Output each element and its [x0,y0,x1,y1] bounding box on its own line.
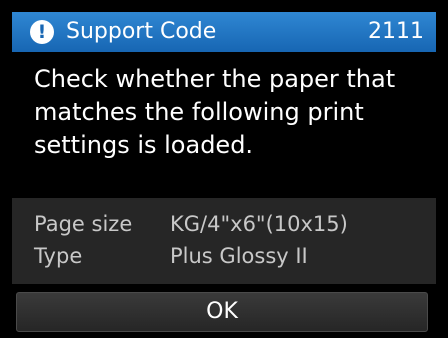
setting-value: Plus Glossy II [170,244,308,268]
support-code-number: 2111 [368,19,424,44]
error-message: Check whether the paper that matches the… [34,65,396,159]
printer-lcd-screen: ! Support Code 2111 Check whether the pa… [0,0,448,338]
title-text: Support Code [66,19,217,44]
exclamation-circle-icon: ! [30,20,54,44]
setting-label: Type [34,244,83,268]
setting-label: Page size [34,212,133,236]
setting-value: KG/4"x6"(10x15) [170,212,348,236]
print-settings-panel: Page size KG/4"x6"(10x15) Type Plus Glos… [12,198,436,284]
title-bar: ! Support Code 2111 [12,12,436,52]
ok-button[interactable]: OK [16,292,428,332]
